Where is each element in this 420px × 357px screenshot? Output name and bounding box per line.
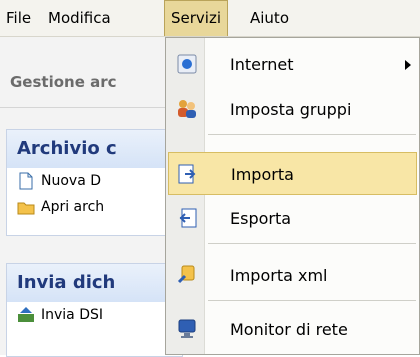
apri-item[interactable]: Apri arch (7, 194, 182, 220)
import-xml-icon (176, 264, 198, 286)
users-group-icon (176, 98, 198, 120)
new-document-icon (17, 172, 35, 190)
menu-separator (208, 300, 416, 301)
menu-item-internet[interactable]: Internet (166, 43, 419, 86)
menu-item-importa-label: Importa (231, 165, 294, 184)
menu-item-esporta[interactable]: Esporta (166, 197, 419, 240)
menu-file[interactable]: File (0, 0, 37, 36)
menu-separator (208, 134, 416, 135)
invia-group-title[interactable]: Invia dich (7, 264, 182, 302)
menu-modifica-label: Modifica (48, 9, 111, 27)
menu-bar: File Modifica Servizi Aiuto (0, 0, 420, 37)
menu-aiuto-label: Aiuto (250, 9, 289, 27)
panel-title: Gestione arc (10, 73, 117, 91)
menu-item-importa[interactable]: Importa (168, 152, 417, 195)
globe-icon (176, 53, 198, 75)
open-folder-icon (17, 198, 35, 216)
invia-dsi-item[interactable]: Invia DSI (7, 302, 182, 328)
menu-item-imposta-gruppi[interactable]: Imposta gruppi (166, 88, 419, 131)
menu-item-esporta-label: Esporta (230, 209, 292, 228)
invia-dsi-label: Invia DSI (41, 307, 104, 323)
menu-item-imposta-gruppi-label: Imposta gruppi (230, 100, 352, 119)
import-icon (177, 163, 199, 185)
menu-servizi[interactable]: Servizi (164, 0, 229, 36)
send-icon (17, 306, 35, 324)
menu-item-importa-xml-label: Importa xml (230, 266, 328, 285)
apri-label: Apri arch (41, 199, 105, 215)
menu-item-monitor-di-rete[interactable]: Monitor di rete (166, 308, 419, 351)
menu-aiuto[interactable]: Aiuto (244, 0, 295, 36)
menu-file-label: File (6, 9, 32, 27)
menu-item-monitor-di-rete-label: Monitor di rete (230, 320, 348, 339)
archivio-group: Archivio c Nuova D Apri arch (6, 129, 183, 236)
invia-group: Invia dich Invia DSI (6, 263, 183, 357)
nuova-label: Nuova D (41, 173, 102, 189)
nuova-item[interactable]: Nuova D (7, 168, 182, 194)
menu-servizi-label: Servizi (171, 9, 222, 27)
monitor-icon (176, 318, 198, 340)
menu-item-internet-label: Internet (230, 55, 294, 74)
submenu-arrow-icon (405, 60, 411, 70)
menu-item-importa-xml[interactable]: Importa xml (166, 254, 419, 297)
archivio-group-title[interactable]: Archivio c (7, 130, 182, 168)
divider (0, 107, 175, 108)
export-icon (176, 207, 198, 229)
servizi-dropdown: Internet Imposta gruppi Importa Esporta … (165, 37, 420, 355)
menu-separator (208, 243, 416, 244)
menu-modifica[interactable]: Modifica (42, 0, 117, 36)
